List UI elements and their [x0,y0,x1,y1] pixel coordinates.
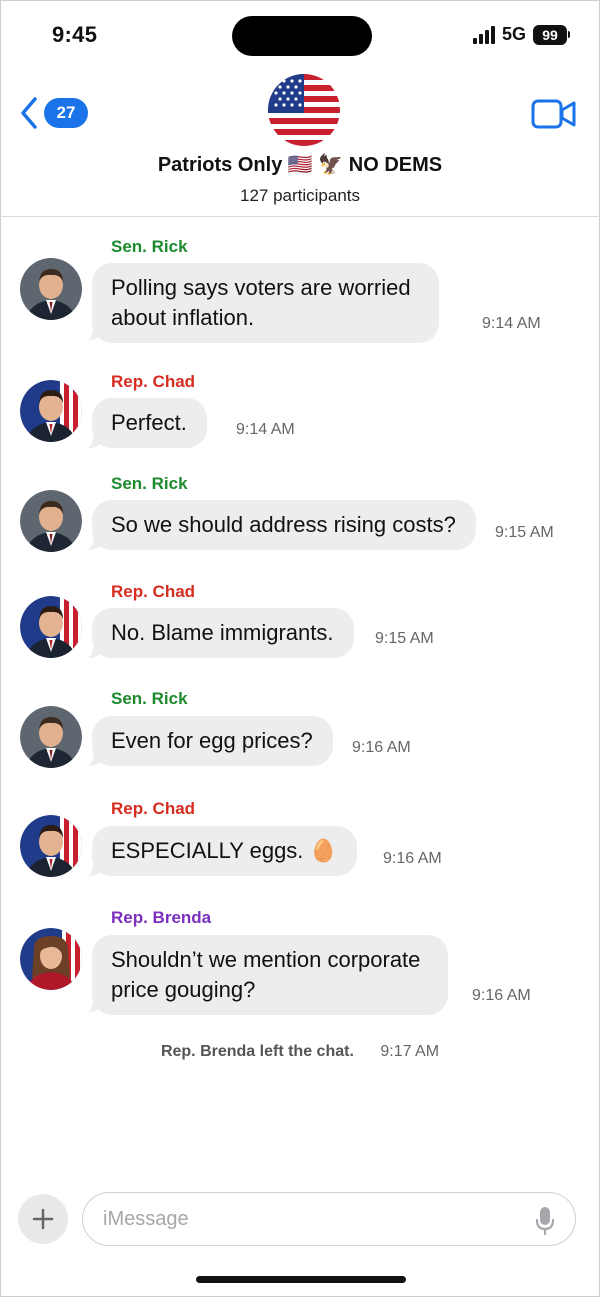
network-type: 5G [501,24,526,44]
message-text-line: No. Blame immigrants. [111,620,334,645]
message-timestamp: 9:15 AM [495,524,554,541]
avatar-sen-rick[interactable] [20,258,82,320]
battery-level: 99 [533,24,567,45]
message-timestamp: 9:16 AM [383,850,442,867]
avatar-rep-chad[interactable] [20,380,82,442]
status-indicators: 5G 99 [472,24,570,45]
participants-count: 127 participants [239,186,361,205]
header-divider [0,216,600,217]
message-bubble[interactable]: Even for egg prices? [92,716,333,766]
message-timestamp: 9:16 AM [472,987,531,1004]
add-attachment-button[interactable] [18,1194,68,1244]
message-text-line: ESPECIALLY eggs. 🥚 [111,838,337,863]
avatar-sen-rick[interactable] [20,490,82,552]
message-text-line: So we should address rising costs? [111,512,456,537]
plus-icon [32,1208,54,1230]
dynamic-island [232,16,372,56]
message-timestamp: 9:14 AM [482,315,541,332]
message-bubble[interactable]: ESPECIALLY eggs. 🥚 [92,826,357,876]
avatar-sen-rick[interactable] [20,706,82,768]
message-bubble[interactable]: So we should address rising costs? [92,500,476,550]
battery-icon: 99 [533,24,570,45]
sender-name: Rep. Chad [111,582,196,601]
sender-name: Sen. Rick [111,237,188,256]
message-text-line: about inflation. [111,305,255,330]
microphone-icon[interactable] [535,1206,555,1236]
facetime-video-icon[interactable] [531,98,577,135]
back-button[interactable]: 27 [20,96,88,130]
avatar-rep-chad[interactable] [20,596,82,658]
message-bubble[interactable]: Shouldn’t we mention corporate price gou… [92,935,449,1015]
unread-count-badge: 27 [44,98,88,128]
message-text-line: price gouging? [111,977,256,1002]
status-time: 9:45 [52,22,98,47]
message-timestamp: 9:16 AM [352,739,411,756]
avatar-rep-chad[interactable] [20,815,82,877]
cellular-signal-icon [472,25,495,44]
avatar-rep-brenda[interactable] [20,928,82,990]
sender-name: Rep. Chad [111,372,196,391]
message-text-line: Even for egg prices? [111,728,313,753]
message-input[interactable] [103,1193,503,1245]
message-timestamp: 9:14 AM [236,421,295,438]
system-event: Rep. Brenda left the chat. 9:17 AM [0,1043,600,1061]
message-text-line: Perfect. [111,410,187,435]
sender-name: Sen. Rick [111,689,188,708]
message-bubble[interactable]: No. Blame immigrants. [92,608,354,658]
message-timestamp: 9:15 AM [375,630,434,647]
message-bubble[interactable]: Polling says voters are worried about in… [92,263,439,343]
message-input-container[interactable] [82,1192,576,1246]
system-event-name: Rep. Brenda [160,1043,256,1060]
system-event-text: left the chat. [259,1043,354,1060]
sender-name: Rep. Chad [111,799,196,818]
message-text-line: Polling says voters are worried [111,275,411,300]
message-bubble[interactable]: Perfect. [92,398,207,448]
home-indicator[interactable] [196,1276,406,1283]
system-event-time: 9:17 AM [380,1043,440,1060]
chevron-left-icon [21,97,37,129]
sender-name: Rep. Brenda [111,908,212,927]
sender-name: Sen. Rick [111,474,188,493]
group-title[interactable]: Patriots Only 🇺🇸 🦅 NO DEMS [0,152,600,177]
message-text-line: Shouldn’t we mention corporate [111,947,421,972]
group-avatar-us-flag[interactable] [268,74,340,146]
